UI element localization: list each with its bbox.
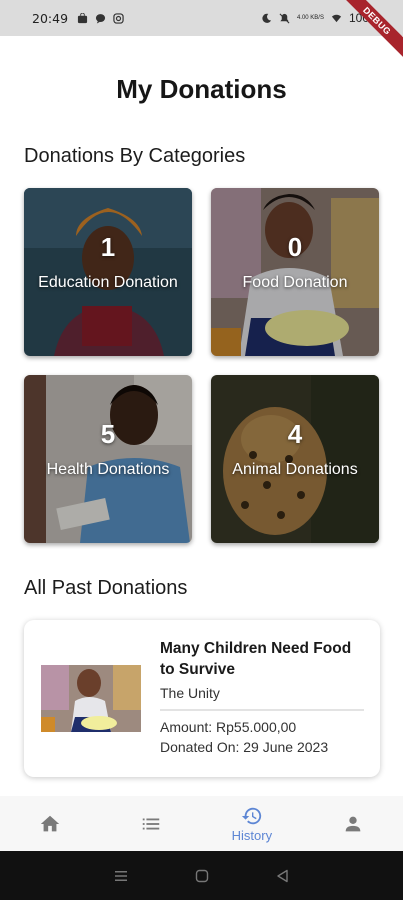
nav-history-label: History (231, 827, 273, 843)
bag-icon (77, 12, 88, 23)
category-label: Health Donations (46, 461, 170, 478)
donation-organization: The Unity (160, 685, 220, 701)
chat-icon (95, 13, 106, 24)
person-icon (345, 816, 360, 831)
category-label: Animal Donations (232, 461, 358, 478)
donation-amount: Amount: Rp55.000,00 (160, 719, 297, 735)
mute-icon (279, 13, 290, 23)
page-title: My Donations (116, 74, 287, 104)
nav-profile[interactable] (302, 796, 403, 851)
recents-icon[interactable] (113, 868, 129, 884)
moon-icon (262, 13, 272, 23)
categories-section-title: Donations By Categories (24, 145, 246, 167)
home-button-icon[interactable] (194, 868, 210, 884)
category-label: Education Donation (38, 274, 178, 291)
category-count: 1 (100, 232, 116, 262)
past-donation-card[interactable]: Many Children Need Food to Survive The U… (24, 620, 380, 777)
network-speed: 4.00 KB/S (296, 15, 324, 21)
bottom-navigation: History (0, 796, 403, 851)
category-card-animal[interactable]: 4 Animal Donations (211, 375, 379, 543)
category-card-health[interactable]: 5 Health Donations (24, 375, 192, 543)
system-navigation-bar (0, 851, 403, 900)
donation-thumbnail (41, 665, 141, 732)
category-card-education[interactable]: 1 Education Donation (24, 188, 192, 356)
category-label: Food Donation (242, 274, 348, 291)
nav-history[interactable]: History (202, 796, 303, 851)
history-icon (241, 807, 262, 824)
instagram-icon (113, 12, 124, 24)
category-count: 0 (287, 232, 303, 262)
category-count: 4 (287, 419, 303, 449)
past-donations-section-title: All Past Donations (24, 577, 188, 599)
donation-title: Many Children Need Food to Survive (160, 640, 352, 678)
category-card-food[interactable]: 0 Food Donation (211, 188, 379, 356)
debug-banner: DEBUG (333, 0, 403, 70)
donation-date: Donated On: 29 June 2023 (160, 739, 329, 755)
list-icon (142, 818, 160, 829)
divider (160, 709, 364, 711)
home-icon (41, 815, 60, 831)
status-time: 20:49 (32, 10, 69, 26)
nav-list[interactable] (101, 796, 202, 851)
category-count: 5 (100, 419, 116, 449)
back-icon[interactable] (275, 868, 291, 884)
nav-home[interactable] (0, 796, 101, 851)
